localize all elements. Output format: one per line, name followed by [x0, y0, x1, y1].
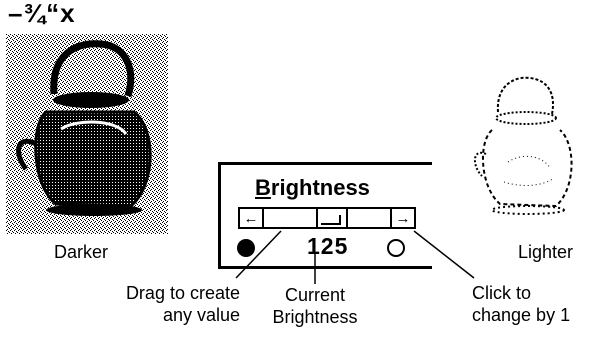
- current-callout: Current Brightness: [256, 284, 374, 328]
- drag-callout-line2: any value: [162, 305, 240, 325]
- drag-callout: Drag to create any value: [80, 282, 240, 326]
- click-callout-line2: change by 1: [472, 305, 571, 325]
- click-leader-line: [413, 230, 475, 279]
- current-callout-line2: Brightness: [272, 307, 358, 327]
- click-callout-line1: Click to: [472, 283, 532, 303]
- drag-callout-line1: Drag to create: [125, 283, 240, 303]
- click-callout: Click to change by 1: [472, 282, 608, 326]
- drag-leader-line: [235, 230, 282, 279]
- current-callout-line1: Current: [284, 285, 346, 305]
